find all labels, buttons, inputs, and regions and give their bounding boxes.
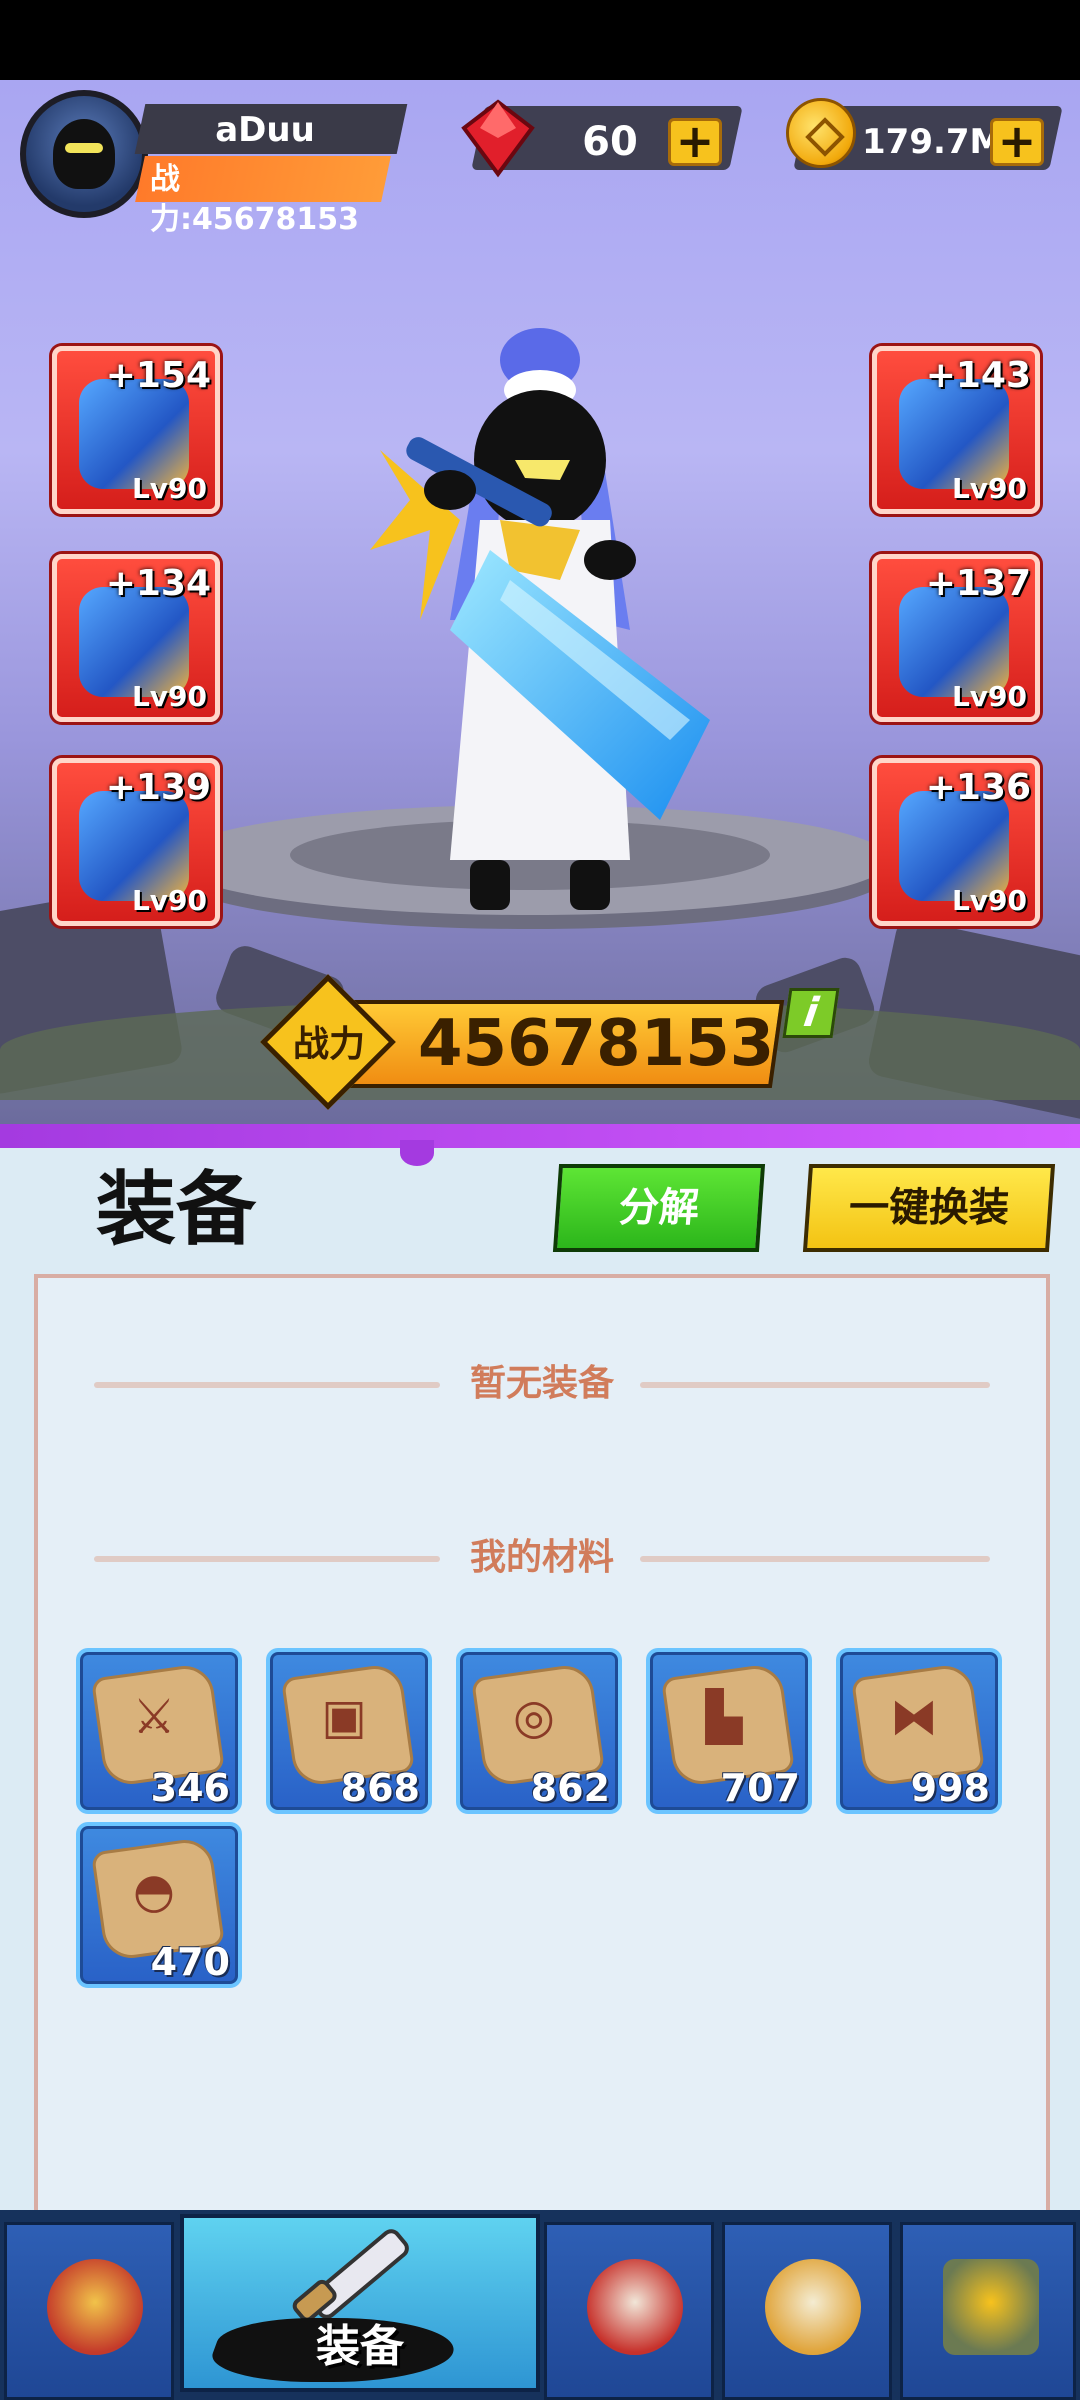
materials-title: 我的材料 — [469, 1537, 614, 1578]
sword-glyph-icon: ⚔ — [132, 1689, 176, 1745]
equip-slot-ring[interactable]: +139 Lv90 — [52, 758, 220, 926]
player-power: 战力:45678153 — [150, 162, 359, 237]
belt-glyph-icon: ⧓ — [890, 1689, 938, 1745]
slot-enhance-level: +139 — [105, 767, 211, 808]
material-item[interactable]: ⚔ 346 — [76, 1648, 242, 1814]
armor-glyph-icon: ▣ — [321, 1689, 367, 1745]
slot-enhance-level: +143 — [925, 355, 1031, 396]
boots-glyph-icon: ▙ — [705, 1689, 743, 1745]
material-item[interactable]: ◓ 470 — [76, 1822, 242, 1988]
material-item[interactable]: ▙ 707 — [646, 1648, 812, 1814]
material-item[interactable]: ◎ 862 — [456, 1648, 622, 1814]
gold-count: 179.7M — [862, 122, 1004, 162]
slot-level: Lv90 — [951, 472, 1027, 505]
add-gems-button[interactable]: + — [668, 118, 722, 166]
material-count: 707 — [720, 1766, 800, 1810]
player-avatar[interactable] — [20, 90, 148, 218]
decompose-button[interactable]: 分解 — [552, 1164, 766, 1252]
gold-coin-icon — [786, 98, 856, 168]
material-item[interactable]: ⧓ 998 — [836, 1648, 1002, 1814]
guild-gate-icon — [943, 2259, 1039, 2355]
info-button[interactable]: i — [782, 988, 840, 1038]
equip-slot-boots[interactable]: +134 Lv90 — [52, 554, 220, 722]
material-count: 998 — [910, 1766, 990, 1810]
slot-enhance-level: +154 — [105, 355, 211, 396]
material-count: 346 — [150, 1766, 230, 1810]
avatar-face — [53, 119, 115, 189]
equip-slot-weapon[interactable]: +154 Lv90 — [52, 346, 220, 514]
hero-character[interactable] — [330, 300, 810, 940]
nav-equipment-label: 装备 — [316, 2321, 404, 2372]
combat-power-banner: 战力 45678153 i — [260, 974, 840, 1110]
strip-notch — [400, 1140, 434, 1166]
one-click-equip-button[interactable]: 一键换装 — [802, 1164, 1056, 1252]
equip-slot-armor[interactable]: +137 Lv90 — [872, 554, 1040, 722]
slot-level: Lv90 — [131, 472, 207, 505]
slot-level: Lv90 — [131, 884, 207, 917]
nav-equipment[interactable]: 装备 — [180, 2214, 540, 2392]
materials-divider: 我的材料 — [94, 1536, 990, 1580]
combat-power-label: 战力 — [292, 1024, 365, 1065]
gem-count: 60 — [582, 119, 638, 165]
panel-title: 装备 — [96, 1163, 256, 1256]
material-count: 868 — [340, 1766, 420, 1810]
nav-battle[interactable] — [544, 2222, 714, 2400]
slot-enhance-level: +137 — [925, 563, 1031, 604]
hat-glyph-icon: ◓ — [133, 1863, 175, 1919]
gem-icon — [461, 99, 535, 178]
scroll-map-icon — [765, 2259, 861, 2355]
empty-equipment-text: 暂无装备 — [469, 1363, 614, 1404]
empty-equipment-divider: 暂无装备 — [94, 1362, 990, 1406]
material-item[interactable]: ▣ 868 — [266, 1648, 432, 1814]
slot-level: Lv90 — [131, 680, 207, 713]
equip-slot-belt[interactable]: +136 Lv90 — [872, 758, 1040, 926]
player-name: aDuu — [215, 110, 315, 150]
divider-strip — [0, 1124, 1080, 1150]
battle-drum-icon — [587, 2259, 683, 2355]
nav-guild[interactable] — [900, 2222, 1076, 2400]
ring-glyph-icon: ◎ — [513, 1689, 555, 1745]
slot-enhance-level: +136 — [925, 767, 1031, 808]
slot-enhance-level: +134 — [105, 563, 211, 604]
hero-icon — [47, 2259, 143, 2355]
combat-power-value: 45678153 — [418, 1007, 775, 1081]
add-gold-button[interactable]: + — [990, 118, 1044, 166]
slot-level: Lv90 — [951, 680, 1027, 713]
status-bar — [0, 0, 1080, 80]
slot-level: Lv90 — [951, 884, 1027, 917]
material-count: 470 — [150, 1940, 230, 1984]
nav-adventure[interactable] — [722, 2222, 892, 2400]
equip-slot-helmet[interactable]: +143 Lv90 — [872, 346, 1040, 514]
nav-hero[interactable] — [4, 2222, 174, 2400]
material-count: 862 — [530, 1766, 610, 1810]
